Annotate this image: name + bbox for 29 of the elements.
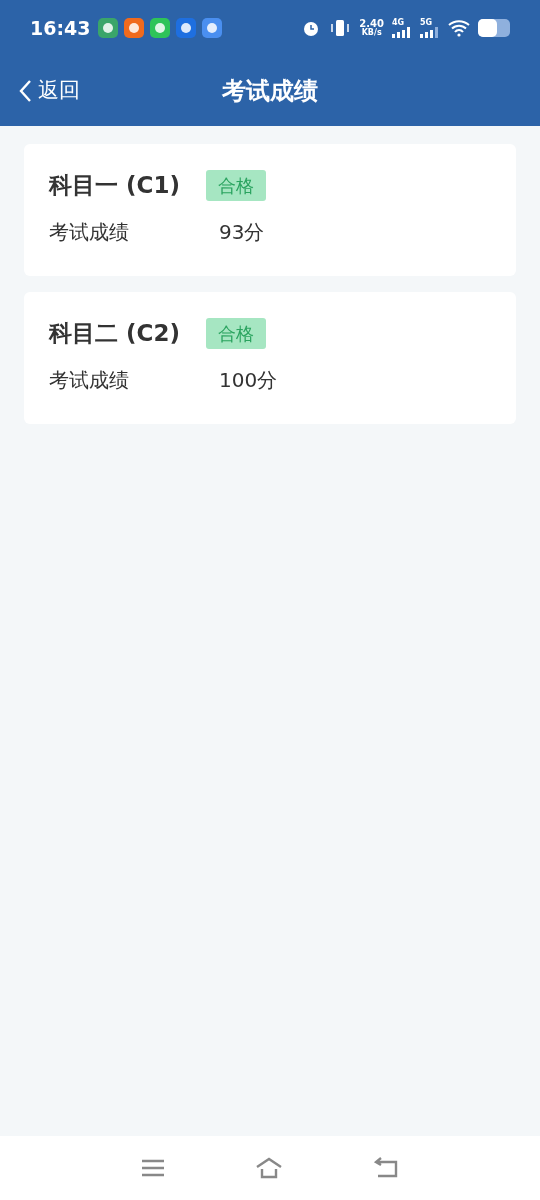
vibrate-icon: [329, 18, 352, 38]
battery-icon: [478, 19, 510, 37]
page-title: 考试成绩: [222, 76, 318, 107]
chat-icon: [150, 18, 171, 38]
subject-title: 科目二 (C2): [49, 319, 180, 348]
home-icon[interactable]: [255, 1157, 283, 1179]
score-label: 考试成绩: [49, 218, 130, 246]
status-tag: 合格: [205, 169, 266, 201]
app-icon: [176, 18, 197, 38]
subject-title: 科目一 (C1): [49, 171, 180, 200]
score-label: 考试成绩: [49, 366, 130, 394]
app-icon: [124, 18, 145, 38]
score-value: 100分: [219, 366, 278, 394]
speed-unit: KB/s: [361, 29, 382, 37]
back-nav-icon[interactable]: [373, 1157, 399, 1179]
network-type: 5G: [420, 18, 434, 27]
signal-icon: [392, 26, 412, 38]
app-icon: [202, 18, 223, 38]
network-speed: 2.40: [359, 19, 384, 29]
status-tag: 合格: [205, 317, 266, 349]
network-type: 4G: [392, 18, 406, 27]
back-button[interactable]: 返回: [0, 75, 80, 107]
status-time: 16:43: [30, 15, 91, 41]
back-icon: [18, 79, 32, 103]
score-value: 93分: [219, 218, 265, 246]
signal-icon: [420, 26, 440, 38]
app-icon: [98, 18, 119, 38]
wifi-icon: [448, 19, 470, 37]
menu-icon[interactable]: [141, 1158, 165, 1178]
